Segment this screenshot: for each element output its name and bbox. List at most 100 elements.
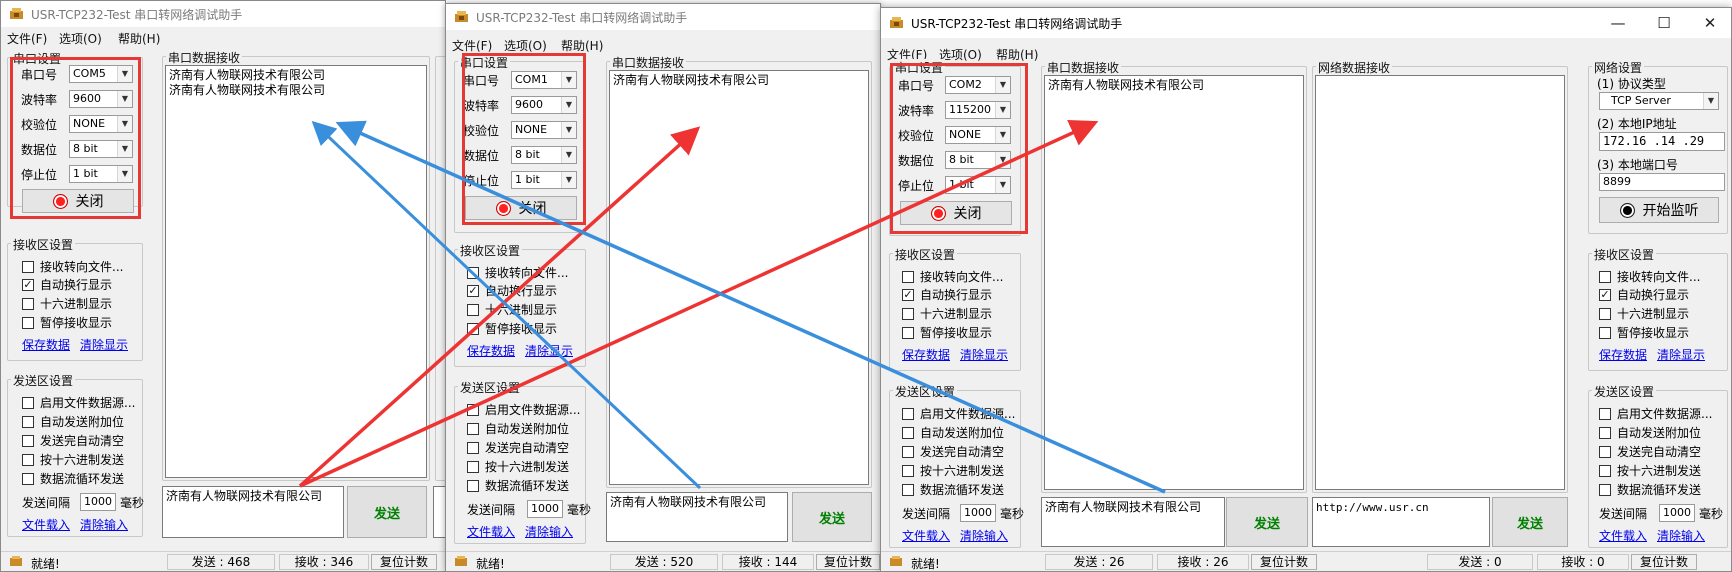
loop-send-checkbox[interactable]: 数据流循环发送 [22,470,124,487]
checkbox-label: 按十六进制发送 [485,460,570,474]
hex-display-checkbox[interactable]: 十六进制显示 [467,301,557,318]
send-button[interactable]: 发送 [1226,497,1308,547]
send-button[interactable]: 发送 [792,492,872,542]
clear-display-link[interactable]: 清除显示 [80,336,128,353]
recv-textarea[interactable]: 济南有人物联网技术有限公司 [609,70,869,485]
save-data-link[interactable]: 保存数据 [902,346,950,363]
close-icon[interactable]: ✕ [1687,8,1731,38]
menu-help[interactable]: 帮助(H) [996,46,1038,63]
file-source-checkbox[interactable]: 启用文件数据源... [467,401,580,418]
send-textarea[interactable]: 济南有人物联网技术有限公司 [606,492,788,542]
serial-recv-textarea[interactable]: 济南有人物联网技术有限公司 [1044,75,1304,490]
reset-count-button[interactable]: 复位计数 [371,554,437,570]
clear-input-link[interactable]: 清除输入 [525,523,573,540]
menu-file[interactable]: 文件(F) [7,30,47,47]
pause-recv-checkbox[interactable]: 暂停接收显示 [902,324,992,341]
file-source-checkbox[interactable]: 启用文件数据源... [902,405,1015,422]
checkbox-box [467,266,479,279]
local-port-input[interactable]: 8899 [1599,173,1725,191]
checkbox-label: 暂停接收显示 [40,316,113,330]
pause-recv-checkbox[interactable]: 暂停接收显示 [22,314,112,331]
net-recv-textarea[interactable] [1315,75,1565,490]
send-interval-input[interactable]: 1000 [1659,504,1695,522]
net-reset-count-button[interactable]: 复位计数 [1631,554,1697,570]
auto-newline-checkbox[interactable]: ✓ 自动换行显示 [467,282,557,299]
auto-append-checkbox[interactable]: 自动发送附加位 [467,420,569,437]
serial-recv-title: 串口数据接收 [166,49,243,66]
menu-file[interactable]: 文件(F) [452,37,492,54]
reset-count-button[interactable]: 复位计数 [816,554,880,570]
protocol-select[interactable]: TCP Server ▼ [1599,92,1719,110]
menu-options[interactable]: 选项(O) [939,46,982,63]
auto-clear-checkbox[interactable]: 发送完自动清空 [902,443,1004,460]
send-interval-input[interactable]: 1000 [960,504,996,522]
save-data-link[interactable]: 保存数据 [467,342,515,359]
local-ip-input[interactable]: 172.16 .14 .29 [1599,132,1725,151]
loop-send-checkbox[interactable]: 数据流循环发送 [467,477,569,494]
menu-help[interactable]: 帮助(H) [118,30,160,47]
start-listen-button[interactable]: 开始监听 [1599,197,1719,223]
clear-input-link[interactable]: 清除输入 [1657,527,1705,544]
clear-display-link[interactable]: 清除显示 [960,346,1008,363]
save-data-link[interactable]: 保存数据 [22,336,70,353]
auto-append-checkbox[interactable]: 自动发送附加位 [902,424,1004,441]
clear-input-link[interactable]: 清除输入 [80,516,128,533]
recv-to-file-checkbox[interactable]: 接收转向文件... [22,258,123,275]
send-interval-input[interactable]: 1000 [527,500,563,518]
recv-to-file-checkbox[interactable]: 接收转向文件... [1599,268,1700,285]
hex-send-checkbox[interactable]: 按十六进制发送 [1599,462,1701,479]
send-interval-label: 发送间隔 [902,507,951,521]
send-button[interactable]: 发送 [347,486,427,538]
pause-recv-checkbox[interactable]: 暂停接收显示 [467,320,557,337]
auto-clear-checkbox[interactable]: 发送完自动清空 [467,439,569,456]
hex-display-checkbox[interactable]: 十六进制显示 [1599,305,1689,322]
auto-append-checkbox[interactable]: 自动发送附加位 [1599,424,1701,441]
file-source-checkbox[interactable]: 启用文件数据源... [1599,405,1712,422]
recv-textarea[interactable]: 济南有人物联网技术有限公司 济南有人物联网技术有限公司 [165,65,427,478]
auto-newline-checkbox[interactable]: ✓ 自动换行显示 [22,276,112,293]
menu-bar: 文件(F) 选项(O) 帮助(H) [1,27,445,47]
auto-newline-checkbox[interactable]: ✓ 自动换行显示 [1599,286,1689,303]
hex-send-checkbox[interactable]: 按十六进制发送 [902,462,1004,479]
loop-send-checkbox[interactable]: 数据流循环发送 [1599,481,1701,498]
hex-send-checkbox[interactable]: 按十六进制发送 [22,451,124,468]
window-title: USR-TCP232-Test 串口转网络调试助手 [476,11,688,25]
recv-settings-title: 接收区设置 [11,236,76,253]
file-source-checkbox[interactable]: 启用文件数据源... [22,394,135,411]
auto-clear-checkbox[interactable]: 发送完自动清空 [22,432,124,449]
file-load-link[interactable]: 文件载入 [467,523,515,540]
send-textarea[interactable]: 济南有人物联网技术有限公司 [1041,497,1225,547]
send-textarea[interactable]: 济南有人物联网技术有限公司 [162,486,344,538]
sent-counter: 发送 : 468 [167,554,275,570]
loop-send-checkbox[interactable]: 数据流循环发送 [902,481,1004,498]
auto-clear-checkbox[interactable]: 发送完自动清空 [1599,443,1701,460]
recv-to-file-checkbox[interactable]: 接收转向文件... [467,264,568,281]
recv-to-file-checkbox[interactable]: 接收转向文件... [902,268,1003,285]
reset-count-button[interactable]: 复位计数 [1251,554,1317,570]
pause-recv-checkbox[interactable]: 暂停接收显示 [1599,324,1689,341]
menu-options[interactable]: 选项(O) [59,30,102,47]
clear-display-link[interactable]: 清除显示 [1657,346,1705,363]
hex-display-checkbox[interactable]: 十六进制显示 [902,305,992,322]
status-bar: 就绪! 发送 : 26 接收 : 26 复位计数 发送 : 0 接收 : 0 复… [881,551,1731,571]
send-interval-input[interactable]: 1000 [80,493,116,511]
hex-display-checkbox[interactable]: 十六进制显示 [22,295,112,312]
clear-display-link[interactable]: 清除显示 [525,342,573,359]
file-load-link[interactable]: 文件载入 [902,527,950,544]
save-data-link[interactable]: 保存数据 [1599,346,1647,363]
auto-newline-checkbox[interactable]: ✓ 自动换行显示 [902,286,992,303]
menu-help[interactable]: 帮助(H) [561,37,603,54]
send-interval-label: 发送间隔 [467,503,516,517]
file-load-link[interactable]: 文件载入 [1599,527,1647,544]
menu-options[interactable]: 选项(O) [504,37,547,54]
maximize-icon[interactable]: ☐ [1641,8,1687,38]
hex-send-checkbox[interactable]: 按十六进制发送 [467,458,569,475]
net-send-textarea[interactable]: http://www.usr.cn [1312,497,1490,547]
minimize-icon[interactable]: — [1595,8,1641,38]
net-send-button[interactable]: 发送 [1492,497,1568,547]
file-load-link[interactable]: 文件载入 [22,516,70,533]
clear-input-link[interactable]: 清除输入 [960,527,1008,544]
auto-append-checkbox[interactable]: 自动发送附加位 [22,413,124,430]
checkbox-label: 十六进制显示 [920,307,993,321]
checkbox-label: 数据流循环发送 [40,472,125,486]
